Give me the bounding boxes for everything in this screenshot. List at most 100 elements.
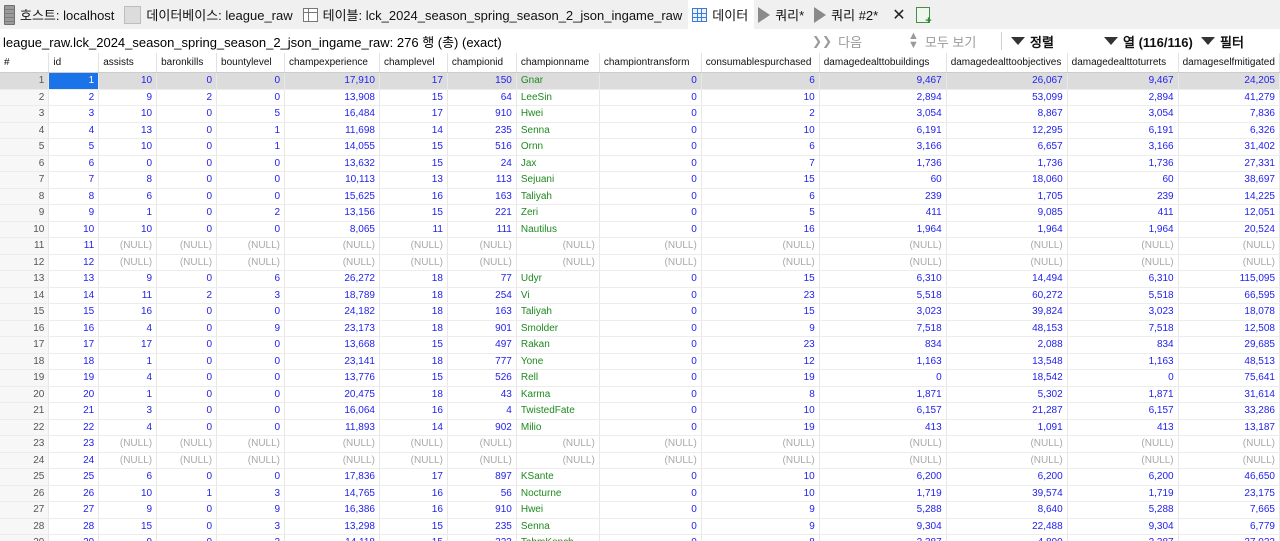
cell-consumablespurchased[interactable]: 15 [701, 171, 820, 189]
cell-damagedealttoturrets[interactable]: 6,191 [1067, 122, 1179, 139]
cell-championname[interactable]: LeeSin [516, 89, 600, 106]
table-row[interactable]: 4 4 13 0 1 11,698 14 235 Senna 0 10 6,191 12,295 6,19… [0, 122, 1280, 139]
cell-consumablespurchased[interactable]: 8 [701, 534, 820, 541]
cell-champexperience[interactable]: 13,668 [284, 336, 380, 354]
cell-bountylevel[interactable]: 3 [216, 518, 285, 535]
tab-database[interactable]: 데이터베이스: league_raw [120, 0, 298, 29]
cell-damagedealttoturrets[interactable]: 3,166 [1067, 138, 1179, 156]
cell-baronkills[interactable]: 0 [156, 501, 218, 519]
cell-championname[interactable]: Milio [516, 419, 600, 436]
cell-bountylevel[interactable]: 0 [216, 353, 285, 370]
cell-champexperience[interactable]: 13,156 [284, 204, 380, 222]
cell-bountylevel[interactable]: 0 [216, 468, 285, 486]
cell-championname[interactable]: Hwei [516, 501, 600, 519]
cell-assists[interactable]: 10 [98, 221, 158, 238]
cell-championid[interactable]: 223 [447, 534, 517, 541]
cell-championid[interactable]: 163 [447, 303, 517, 321]
cell-champlevel[interactable]: 18 [379, 303, 448, 321]
cell-baronkills[interactable]: 2 [156, 287, 218, 304]
table-row[interactable]: 22 22 4 0 0 11,893 14 902 Milio 0 19 413 1,091 413 13,… [0, 419, 1280, 436]
cell-damageselfmitigated[interactable]: 31,614 [1178, 386, 1280, 403]
cell-damagedealttoobjectives[interactable]: 18,542 [946, 369, 1068, 387]
cell-championtransform[interactable]: 0 [599, 303, 702, 321]
cell-assists[interactable]: 3 [98, 402, 158, 420]
cell-baronkills[interactable]: 0 [156, 270, 218, 288]
cell-bountylevel[interactable]: 5 [216, 105, 285, 123]
cell-damagedealttoturrets[interactable]: 7,518 [1067, 320, 1179, 337]
cell-damageselfmitigated[interactable]: 75,641 [1178, 369, 1280, 387]
cell-damagedealttoturrets[interactable]: 239 [1067, 188, 1179, 205]
column-header-damagedealttobuildings[interactable]: damagedealttobuildings [819, 53, 947, 73]
cell-championid[interactable]: 777 [447, 353, 517, 370]
cell-damageselfmitigated[interactable]: 12,508 [1178, 320, 1280, 337]
cell-damagedealttoobjectives[interactable]: 22,488 [946, 518, 1068, 535]
show-all-button[interactable]: ▲ ▼ 모두 보기 [908, 29, 976, 53]
cell-bountylevel[interactable]: 3 [216, 287, 285, 304]
cell-damagedealttoobjectives[interactable]: 13,548 [946, 353, 1068, 370]
cell-damageselfmitigated[interactable]: (NULL) [1178, 452, 1280, 469]
cell-damagedealttoturrets[interactable]: 60 [1067, 171, 1179, 189]
cell-champlevel[interactable]: 15 [379, 204, 448, 222]
cell-damagedealttoturrets[interactable]: 9,467 [1067, 72, 1179, 90]
cell-championname[interactable]: Hwei [516, 105, 600, 123]
cell-champlevel[interactable]: 14 [379, 122, 448, 139]
cell-championid[interactable]: (NULL) [447, 435, 517, 453]
cell-damageselfmitigated[interactable]: 7,836 [1178, 105, 1280, 123]
cell-damageselfmitigated[interactable]: 6,326 [1178, 122, 1280, 139]
cell-champlevel[interactable]: 18 [379, 353, 448, 370]
cell-assists[interactable]: 0 [98, 155, 158, 172]
cell-id[interactable]: 28 [48, 518, 100, 535]
cell-damagedealttobuildings[interactable]: 1,719 [819, 485, 947, 502]
table-row[interactable]: 17 17 17 0 0 13,668 15 497 Rakan 0 23 834 2,088 834 29… [0, 336, 1280, 354]
cell-id[interactable]: 25 [48, 468, 100, 486]
cell-damagedealttoturrets[interactable]: (NULL) [1067, 237, 1179, 255]
cell-champlevel[interactable]: 13 [379, 171, 448, 189]
cell-assists[interactable]: 1 [98, 204, 158, 222]
cell-championid[interactable]: 516 [447, 138, 517, 156]
cell-damagedealttoobjectives[interactable]: 8,640 [946, 501, 1068, 519]
cell-championname[interactable]: Taliyah [516, 303, 600, 321]
cell-damagedealttoturrets[interactable]: 6,310 [1067, 270, 1179, 288]
cell-baronkills[interactable]: 0 [156, 221, 218, 238]
cell-damagedealttobuildings[interactable]: (NULL) [819, 254, 947, 271]
cell-damagedealttobuildings[interactable]: 1,736 [819, 155, 947, 172]
cell-bountylevel[interactable]: 0 [216, 369, 285, 387]
cell-baronkills[interactable]: 0 [156, 303, 218, 321]
cell-champlevel[interactable]: 11 [379, 221, 448, 238]
cell-championtransform[interactable]: (NULL) [599, 435, 702, 453]
cell-bountylevel[interactable]: 9 [216, 501, 285, 519]
cell-damagedealttoobjectives[interactable]: 60,272 [946, 287, 1068, 304]
cell-assists[interactable]: 4 [98, 320, 158, 337]
cell-champlevel[interactable]: 16 [379, 501, 448, 519]
cell-champexperience[interactable]: 13,632 [284, 155, 380, 172]
column-header-championtransform[interactable]: championtransform [599, 53, 702, 73]
cell-championtransform[interactable]: 0 [599, 402, 702, 420]
cell-assists[interactable]: 13 [98, 122, 158, 139]
cell-id[interactable]: 3 [48, 105, 100, 123]
cell-championname[interactable]: Karma [516, 386, 600, 403]
cell-championid[interactable]: 77 [447, 270, 517, 288]
cell-baronkills[interactable]: 0 [156, 369, 218, 387]
cell-championtransform[interactable]: 0 [599, 204, 702, 222]
cell-champexperience[interactable]: 14,765 [284, 485, 380, 502]
cell-champexperience[interactable]: 13,776 [284, 369, 380, 387]
cell-consumablespurchased[interactable]: 10 [701, 89, 820, 106]
cell-damagedealttoturrets[interactable]: 5,288 [1067, 501, 1179, 519]
cell-damagedealttobuildings[interactable]: (NULL) [819, 435, 947, 453]
cell-championname[interactable]: (NULL) [516, 237, 600, 255]
cell-damagedealttobuildings[interactable]: 239 [819, 188, 947, 205]
cell-bountylevel[interactable]: 0 [216, 402, 285, 420]
cell-championname[interactable]: Gnar [516, 72, 600, 90]
cell-championname[interactable]: Rell [516, 369, 600, 387]
cell-id[interactable]: 12 [48, 254, 100, 271]
cell-bountylevel[interactable]: (NULL) [216, 435, 285, 453]
cell-consumablespurchased[interactable]: 2 [701, 105, 820, 123]
cell-damagedealttoobjectives[interactable]: (NULL) [946, 237, 1068, 255]
cell-champexperience[interactable]: 10,113 [284, 171, 380, 189]
cell-damagedealttoturrets[interactable]: 6,157 [1067, 402, 1179, 420]
table-row[interactable]: 27 27 9 0 9 16,386 16 910 Hwei 0 9 5,288 8,640 5,288 7… [0, 501, 1280, 519]
cell-consumablespurchased[interactable]: 16 [701, 221, 820, 238]
cell-id[interactable]: 16 [48, 320, 100, 337]
tab-data[interactable]: 데이터 [688, 0, 755, 29]
cell-damagedealttobuildings[interactable]: 9,304 [819, 518, 947, 535]
